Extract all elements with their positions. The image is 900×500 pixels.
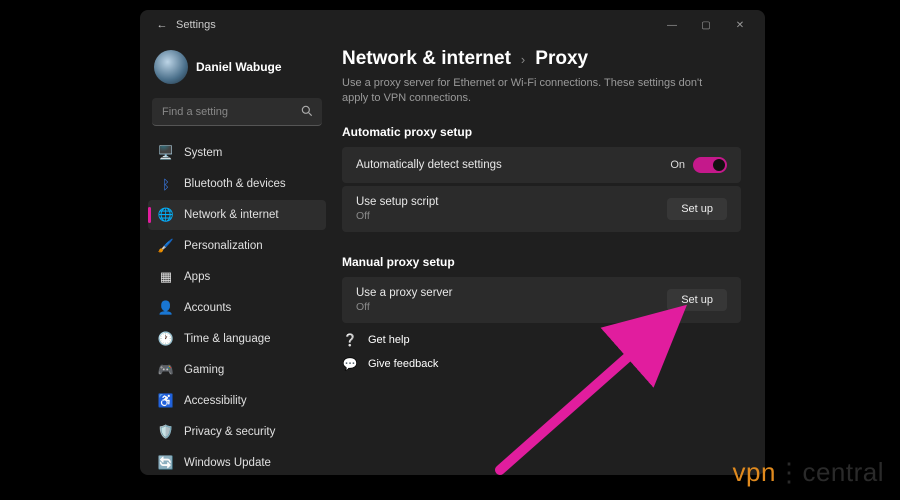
titlebar: ← Settings — ▢ ✕: [140, 10, 765, 40]
card-title: Use a proxy server: [356, 287, 667, 299]
card-subtitle: Off: [356, 210, 667, 222]
sidebar-icon: ▦: [158, 269, 174, 285]
sidebar-item-label: Apps: [184, 271, 210, 283]
breadcrumb-parent[interactable]: Network & internet: [342, 48, 511, 70]
chevron-right-icon: ›: [521, 52, 525, 67]
give-feedback-label: Give feedback: [368, 358, 438, 370]
minimize-button[interactable]: —: [655, 11, 689, 39]
window-title: Settings: [176, 19, 216, 31]
sidebar-item-label: Gaming: [184, 364, 224, 376]
sidebar-icon: 🎮: [158, 362, 174, 378]
sidebar-nav: 🖥️ System ᛒ Bluetooth & devices 🌐 Network & i…: [148, 138, 326, 475]
setup-script-button[interactable]: Set up: [667, 198, 727, 220]
watermark-brand-accent: vpn: [733, 457, 776, 488]
back-button[interactable]: ←: [148, 19, 176, 31]
sidebar-item-bluetooth-devices[interactable]: ᛒ Bluetooth & devices: [148, 169, 326, 199]
sidebar-item-windows-update[interactable]: 🔄 Windows Update: [148, 448, 326, 475]
sidebar-item-label: Personalization: [184, 240, 263, 252]
settings-window: ← Settings — ▢ ✕ Daniel Wabuge 🖥️ System ᛒ…: [140, 10, 765, 475]
sidebar-icon: 🌐: [158, 207, 174, 223]
proxy-setup-button[interactable]: Set up: [667, 289, 727, 311]
avatar: [154, 50, 188, 84]
sidebar-item-label: Privacy & security: [184, 426, 275, 438]
maximize-icon: ▢: [701, 20, 710, 31]
sidebar-item-label: Accessibility: [184, 395, 247, 407]
help-icon: ❔: [342, 333, 358, 347]
minimize-icon: —: [667, 20, 677, 31]
sidebar-item-label: Accounts: [184, 302, 231, 314]
profile-name: Daniel Wabuge: [196, 60, 282, 74]
card-title: Use setup script: [356, 196, 667, 208]
feedback-icon: 💬: [342, 357, 358, 371]
watermark-logo: vpn⋮central: [733, 457, 884, 488]
sidebar-icon: ♿: [158, 393, 174, 409]
sidebar-icon: 🕐: [158, 331, 174, 347]
sidebar: Daniel Wabuge 🖥️ System ᛒ Bluetooth & devic…: [140, 40, 330, 475]
get-help-link[interactable]: ❔ Get help: [342, 333, 741, 347]
give-feedback-link[interactable]: 💬 Give feedback: [342, 357, 741, 371]
sidebar-icon: 🛡️: [158, 424, 174, 440]
get-help-label: Get help: [368, 334, 410, 346]
section-heading-manual: Manual proxy setup: [342, 255, 741, 269]
sidebar-item-network-internet[interactable]: 🌐 Network & internet: [148, 200, 326, 230]
card-proxy-server: Use a proxy server Off Set up: [342, 277, 741, 323]
sidebar-item-personalization[interactable]: 🖌️ Personalization: [148, 231, 326, 261]
card-auto-detect: Automatically detect settings On: [342, 147, 741, 183]
arrow-left-icon: ←: [157, 19, 168, 31]
breadcrumb: Network & internet › Proxy: [342, 48, 741, 70]
sidebar-item-label: Windows Update: [184, 457, 271, 469]
close-icon: ✕: [736, 20, 744, 31]
main-content: Network & internet › Proxy Use a proxy s…: [330, 40, 765, 475]
page-description: Use a proxy server for Ethernet or Wi-Fi…: [342, 76, 722, 107]
sidebar-item-label: Network & internet: [184, 209, 279, 221]
section-heading-auto: Automatic proxy setup: [342, 125, 741, 139]
maximize-button[interactable]: ▢: [689, 11, 723, 39]
toggle-state-label: On: [670, 159, 685, 171]
sidebar-icon: 🖌️: [158, 238, 174, 254]
sidebar-item-accounts[interactable]: 👤 Accounts: [148, 293, 326, 323]
profile-block[interactable]: Daniel Wabuge: [148, 46, 326, 96]
sidebar-item-gaming[interactable]: 🎮 Gaming: [148, 355, 326, 385]
search-input[interactable]: [152, 98, 322, 126]
sidebar-icon: 🔄: [158, 455, 174, 471]
sidebar-item-label: System: [184, 147, 222, 159]
auto-detect-toggle[interactable]: [693, 157, 727, 173]
breadcrumb-current: Proxy: [535, 48, 588, 70]
sidebar-item-apps[interactable]: ▦ Apps: [148, 262, 326, 292]
card-setup-script: Use setup script Off Set up: [342, 186, 741, 232]
sidebar-item-accessibility[interactable]: ♿ Accessibility: [148, 386, 326, 416]
sidebar-item-label: Time & language: [184, 333, 271, 345]
sidebar-icon: 🖥️: [158, 145, 174, 161]
close-button[interactable]: ✕: [723, 11, 757, 39]
card-title: Automatically detect settings: [356, 159, 670, 171]
sidebar-icon: ᛒ: [158, 176, 174, 192]
sidebar-item-time-language[interactable]: 🕐 Time & language: [148, 324, 326, 354]
card-subtitle: Off: [356, 301, 667, 313]
sidebar-item-label: Bluetooth & devices: [184, 178, 286, 190]
search-icon: [300, 104, 314, 123]
watermark-brand-rest: ⋮central: [776, 457, 884, 488]
sidebar-item-system[interactable]: 🖥️ System: [148, 138, 326, 168]
search-wrap: [152, 98, 322, 126]
sidebar-icon: 👤: [158, 300, 174, 316]
sidebar-item-privacy-security[interactable]: 🛡️ Privacy & security: [148, 417, 326, 447]
